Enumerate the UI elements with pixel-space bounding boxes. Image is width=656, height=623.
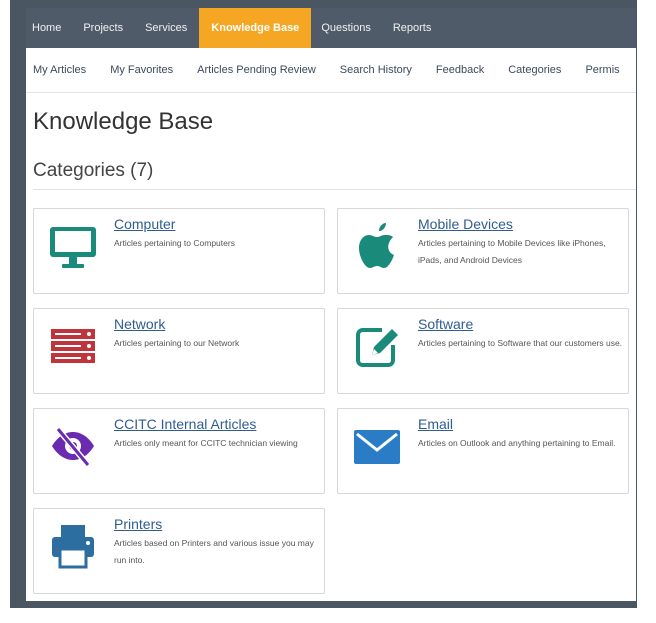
category-title[interactable]: Email	[418, 416, 453, 432]
category-description: Articles pertaining to our Network	[114, 338, 240, 348]
nav-reports[interactable]: Reports	[383, 8, 444, 48]
category-card-computer[interactable]: Computer Articles pertaining to Computer…	[33, 208, 325, 294]
section-title: Categories (7)	[33, 160, 154, 181]
eye-slash-icon	[48, 421, 98, 471]
nav-questions[interactable]: Questions	[311, 8, 383, 48]
category-card-software[interactable]: Software Articles pertaining to Software…	[337, 308, 629, 394]
apple-icon	[352, 221, 402, 271]
category-description: Articles pertaining to Computers	[114, 238, 235, 248]
nav-projects[interactable]: Projects	[73, 8, 135, 48]
section-divider	[33, 189, 636, 190]
category-description: Articles on Outlook and anything pertain…	[418, 438, 616, 448]
subnav-my-favorites[interactable]: My Favorites	[98, 64, 185, 76]
category-card-email[interactable]: Email Articles on Outlook and anything p…	[337, 408, 629, 494]
printer-icon	[48, 521, 98, 571]
nav-home[interactable]: Home	[26, 8, 73, 48]
category-title[interactable]: Software	[418, 316, 473, 332]
category-description: Articles pertaining to Mobile Devices li…	[418, 238, 606, 265]
monitor-icon	[48, 221, 98, 271]
category-card-network[interactable]: Network Articles pertaining to our Netwo…	[33, 308, 325, 394]
subnav-permissions[interactable]: Permis	[573, 64, 631, 76]
category-title[interactable]: Printers	[114, 516, 162, 532]
subnav-my-articles[interactable]: My Articles	[26, 64, 98, 76]
subnav-search-history[interactable]: Search History	[328, 64, 424, 76]
nav-knowledge-base[interactable]: Knowledge Base	[199, 8, 312, 48]
sub-nav: My Articles My Favorites Articles Pendin…	[26, 48, 636, 93]
subnav-articles-pending-review[interactable]: Articles Pending Review	[185, 64, 328, 76]
nav-services[interactable]: Services	[135, 8, 199, 48]
envelope-icon	[352, 421, 402, 471]
subnav-categories[interactable]: Categories	[496, 64, 573, 76]
category-description: Articles based on Printers and various i…	[114, 538, 314, 565]
category-card-mobile-devices[interactable]: Mobile Devices Articles pertaining to Mo…	[337, 208, 629, 294]
category-title[interactable]: Computer	[114, 216, 175, 232]
subnav-feedback[interactable]: Feedback	[424, 64, 496, 76]
server-icon	[48, 321, 98, 371]
category-description: Articles only meant for CCITC technician…	[114, 438, 298, 448]
category-title[interactable]: Network	[114, 316, 165, 332]
page-title: Knowledge Base	[33, 108, 214, 135]
edit-icon	[352, 321, 402, 371]
top-nav: Home Projects Services Knowledge Base Qu…	[26, 8, 636, 48]
category-title[interactable]: Mobile Devices	[418, 216, 513, 232]
knowledge-base-page: Home Projects Services Knowledge Base Qu…	[26, 8, 636, 601]
category-card-ccitc-internal-articles[interactable]: CCITC Internal Articles Articles only me…	[33, 408, 325, 494]
category-title[interactable]: CCITC Internal Articles	[114, 416, 256, 432]
category-description: Articles pertaining to Software that our…	[418, 338, 623, 348]
category-card-printers[interactable]: Printers Articles based on Printers and …	[33, 508, 325, 594]
